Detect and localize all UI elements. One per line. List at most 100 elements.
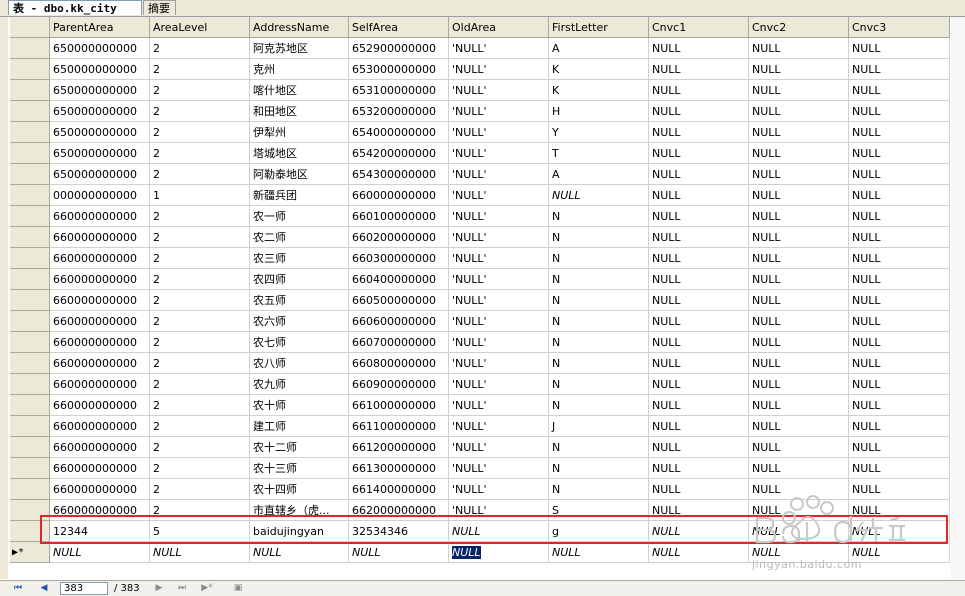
table-cell[interactable]: NULL <box>849 269 950 290</box>
table-cell[interactable]: 2 <box>150 290 250 311</box>
table-cell[interactable]: 克州 <box>250 59 349 80</box>
row-selector[interactable] <box>10 332 50 353</box>
table-cell[interactable]: 市直辖乡（虎... <box>250 500 349 521</box>
table-cell[interactable]: NULL <box>649 290 749 311</box>
table-cell[interactable]: 农一师 <box>250 206 349 227</box>
table-cell[interactable]: g <box>549 521 649 542</box>
table-cell[interactable]: 660000000000 <box>50 290 150 311</box>
row-selector[interactable] <box>10 290 50 311</box>
table-cell[interactable]: 660000000000 <box>50 437 150 458</box>
row-selector[interactable] <box>10 206 50 227</box>
table-cell[interactable]: NULL <box>849 143 950 164</box>
table-cell[interactable]: 'NULL' <box>449 38 549 59</box>
table-cell[interactable]: 2 <box>150 80 250 101</box>
table-cell[interactable]: NULL <box>649 185 749 206</box>
table-cell[interactable]: 'NULL' <box>449 269 549 290</box>
next-record-icon[interactable]: ▶ <box>153 583 165 594</box>
row-selector[interactable] <box>10 437 50 458</box>
table-cell[interactable]: NULL <box>849 311 950 332</box>
current-record-input[interactable]: 383 <box>60 582 108 595</box>
row-selector[interactable] <box>10 122 50 143</box>
table-cell[interactable]: NULL <box>649 500 749 521</box>
table-cell[interactable]: NULL <box>549 185 649 206</box>
table-cell[interactable]: NULL <box>849 332 950 353</box>
table-cell[interactable]: 农二师 <box>250 227 349 248</box>
table-cell[interactable]: 建工师 <box>250 416 349 437</box>
table-cell[interactable]: N <box>549 290 649 311</box>
table-cell[interactable]: NULL <box>749 479 849 500</box>
table-cell[interactable]: NULL <box>749 332 849 353</box>
table-cell[interactable]: 伊犁州 <box>250 122 349 143</box>
table-cell[interactable]: 660000000000 <box>50 269 150 290</box>
table-cell[interactable]: NULL <box>649 206 749 227</box>
table-cell[interactable]: NULL <box>749 101 849 122</box>
tab-table-kk-city[interactable]: 表 - dbo.kk_city <box>8 0 142 15</box>
row-selector[interactable] <box>10 500 50 521</box>
row-selector[interactable] <box>10 521 50 542</box>
table-cell[interactable]: NULL <box>749 248 849 269</box>
row-selector[interactable] <box>10 248 50 269</box>
table-cell[interactable]: 660000000000 <box>50 416 150 437</box>
table-cell[interactable]: 'NULL' <box>449 353 549 374</box>
table-cell[interactable]: 660200000000 <box>349 227 449 248</box>
table-cell[interactable]: NULL <box>849 416 950 437</box>
table-cell[interactable]: 2 <box>150 479 250 500</box>
table-cell[interactable]: 000000000000 <box>50 185 150 206</box>
table-cell[interactable]: 2 <box>150 164 250 185</box>
table-cell[interactable]: 653100000000 <box>349 80 449 101</box>
table-cell[interactable]: N <box>549 269 649 290</box>
table-cell[interactable]: 和田地区 <box>250 101 349 122</box>
table-cell[interactable]: NULL <box>849 59 950 80</box>
table-cell[interactable]: 2 <box>150 353 250 374</box>
table-cell[interactable]: NULL <box>749 206 849 227</box>
table-cell[interactable]: 'NULL' <box>449 122 549 143</box>
table-cell[interactable]: 2 <box>150 248 250 269</box>
table-cell[interactable]: 650000000000 <box>50 143 150 164</box>
table-cell[interactable]: NULL <box>849 227 950 248</box>
table-cell[interactable]: 660000000000 <box>50 311 150 332</box>
table-cell[interactable]: NULL <box>449 542 549 563</box>
table-cell[interactable]: NULL <box>749 395 849 416</box>
table-cell[interactable]: 661100000000 <box>349 416 449 437</box>
last-record-icon[interactable]: ⏭ <box>176 583 188 594</box>
table-cell[interactable]: NULL <box>649 80 749 101</box>
row-selector[interactable] <box>10 395 50 416</box>
table-cell[interactable]: NULL <box>649 143 749 164</box>
new-record-icon[interactable]: ▶* <box>201 583 213 594</box>
table-cell[interactable]: 'NULL' <box>449 101 549 122</box>
table-cell[interactable]: 'NULL' <box>449 479 549 500</box>
row-selector[interactable] <box>10 479 50 500</box>
table-cell[interactable]: 660000000000 <box>50 458 150 479</box>
table-cell[interactable]: NULL <box>649 437 749 458</box>
table-cell[interactable]: NULL <box>749 437 849 458</box>
table-cell[interactable]: NULL <box>849 458 950 479</box>
row-selector[interactable] <box>10 185 50 206</box>
table-cell[interactable]: 2 <box>150 101 250 122</box>
table-cell[interactable]: NULL <box>849 437 950 458</box>
table-cell[interactable]: 660000000000 <box>50 353 150 374</box>
table-cell[interactable]: 650000000000 <box>50 80 150 101</box>
table-cell[interactable]: K <box>549 80 649 101</box>
table-cell[interactable]: 农十二师 <box>250 437 349 458</box>
table-cell[interactable]: 661000000000 <box>349 395 449 416</box>
table-cell[interactable]: N <box>549 479 649 500</box>
table-cell[interactable]: 阿勒泰地区 <box>250 164 349 185</box>
table-cell[interactable]: 农七师 <box>250 332 349 353</box>
table-cell[interactable]: NULL <box>649 101 749 122</box>
table-cell[interactable]: NULL <box>649 248 749 269</box>
table-cell[interactable]: NULL <box>749 59 849 80</box>
table-cell[interactable]: NULL <box>849 164 950 185</box>
table-cell[interactable]: NULL <box>749 458 849 479</box>
table-cell[interactable]: NULL <box>749 122 849 143</box>
table-cell[interactable]: NULL <box>749 143 849 164</box>
table-cell[interactable]: 农六师 <box>250 311 349 332</box>
table-cell[interactable]: 660000000000 <box>50 227 150 248</box>
table-cell[interactable]: 'NULL' <box>449 458 549 479</box>
table-cell[interactable]: N <box>549 353 649 374</box>
table-cell[interactable]: 654000000000 <box>349 122 449 143</box>
table-cell[interactable]: A <box>549 38 649 59</box>
tab-summary[interactable]: 摘要 <box>143 0 176 15</box>
table-cell[interactable]: 660700000000 <box>349 332 449 353</box>
table-cell[interactable]: NULL <box>749 269 849 290</box>
row-selector[interactable] <box>10 458 50 479</box>
